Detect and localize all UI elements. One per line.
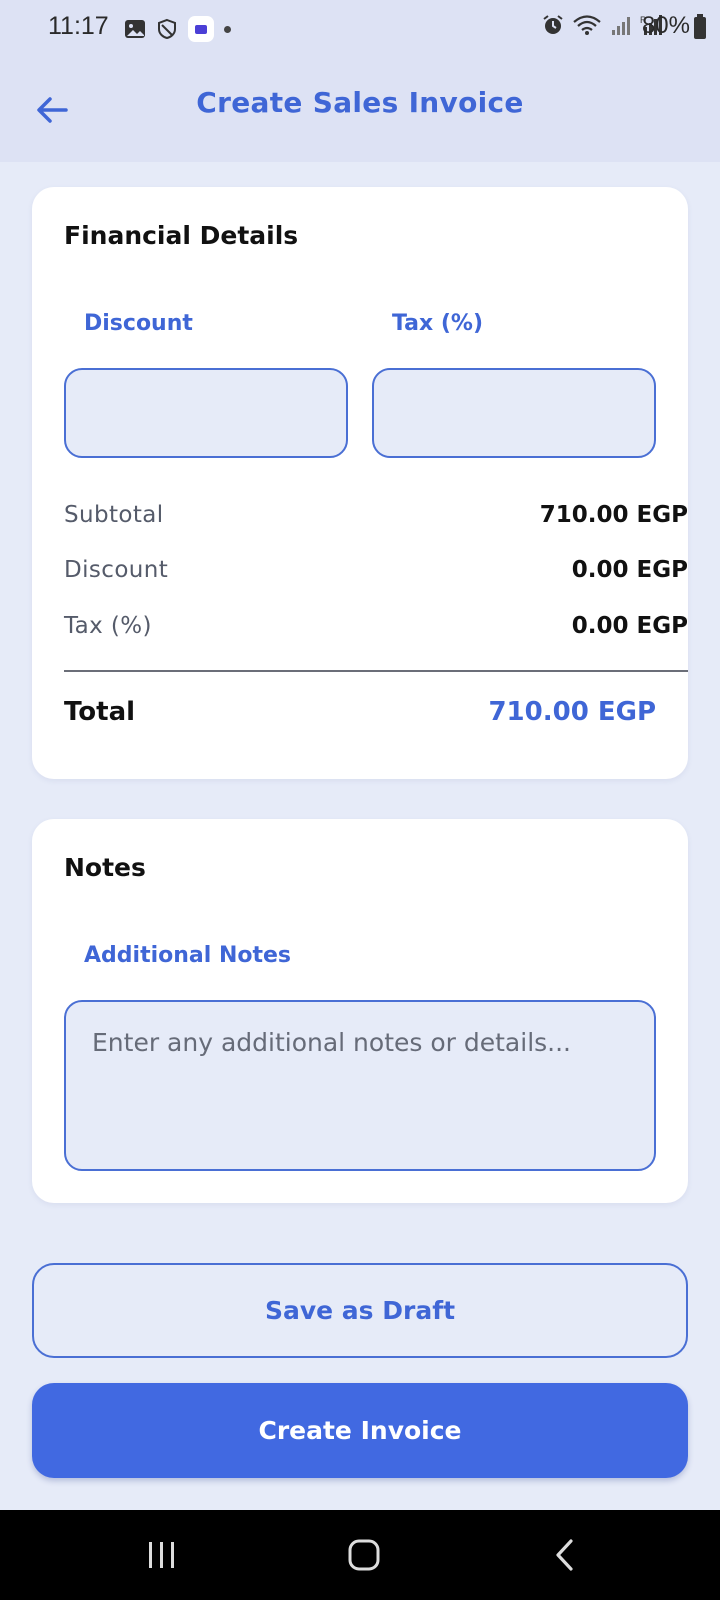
discount-label: Discount — [84, 311, 193, 336]
recent-apps-button[interactable] — [132, 1532, 192, 1578]
summary-row-subtotal: Subtotal 710.00 EGP — [64, 502, 688, 538]
notes-title: Notes — [64, 853, 146, 882]
summary-value: 0.00 EGP — [571, 557, 688, 583]
total-value: 710.00 EGP — [488, 697, 656, 727]
app-badge-icon — [188, 16, 214, 42]
page-title: Create Sales Invoice — [196, 86, 524, 119]
discount-input[interactable] — [64, 368, 348, 458]
battery-icon — [694, 14, 706, 39]
financial-details-title: Financial Details — [64, 221, 299, 250]
shield-icon — [156, 18, 178, 40]
status-bar: 11:17 R 80% — [0, 0, 720, 58]
gallery-icon — [124, 18, 146, 40]
home-icon — [348, 1539, 380, 1571]
recent-apps-icon — [149, 1542, 174, 1568]
summary-label: Tax (%) — [64, 613, 152, 639]
back-icon — [556, 1539, 573, 1571]
summary-value: 0.00 EGP — [571, 613, 688, 639]
signal-icon — [610, 14, 632, 36]
battery-percent: 80% — [641, 12, 690, 39]
system-navigation-bar — [0, 1510, 720, 1600]
status-left-icons — [124, 16, 231, 42]
create-invoice-button[interactable]: Create Invoice — [32, 1383, 688, 1478]
summary-row-discount: Discount 0.00 EGP — [64, 557, 688, 593]
additional-notes-label: Additional Notes — [84, 943, 292, 968]
summary-label: Subtotal — [64, 502, 164, 528]
total-label: Total — [64, 697, 136, 727]
tax-label: Tax (%) — [392, 311, 484, 336]
status-time: 11:17 — [48, 12, 109, 40]
save-draft-button[interactable]: Save as Draft — [32, 1263, 688, 1358]
summary-row-tax: Tax (%) 0.00 EGP — [64, 613, 688, 649]
system-back-button[interactable] — [536, 1532, 596, 1578]
summary-value: 710.00 EGP — [539, 502, 688, 528]
additional-notes-input[interactable] — [64, 1000, 656, 1171]
wifi-icon — [572, 14, 602, 36]
financial-details-card: Financial Details Discount Tax (%) Subto… — [32, 187, 688, 779]
app-header: Create Sales Invoice — [0, 58, 720, 162]
home-button[interactable] — [334, 1532, 394, 1578]
notes-card: Notes Additional Notes — [32, 819, 688, 1203]
tax-input[interactable] — [372, 368, 656, 458]
summary-divider — [64, 670, 688, 672]
alarm-icon — [542, 14, 564, 36]
summary-label: Discount — [64, 557, 169, 583]
notification-dot — [224, 25, 231, 33]
